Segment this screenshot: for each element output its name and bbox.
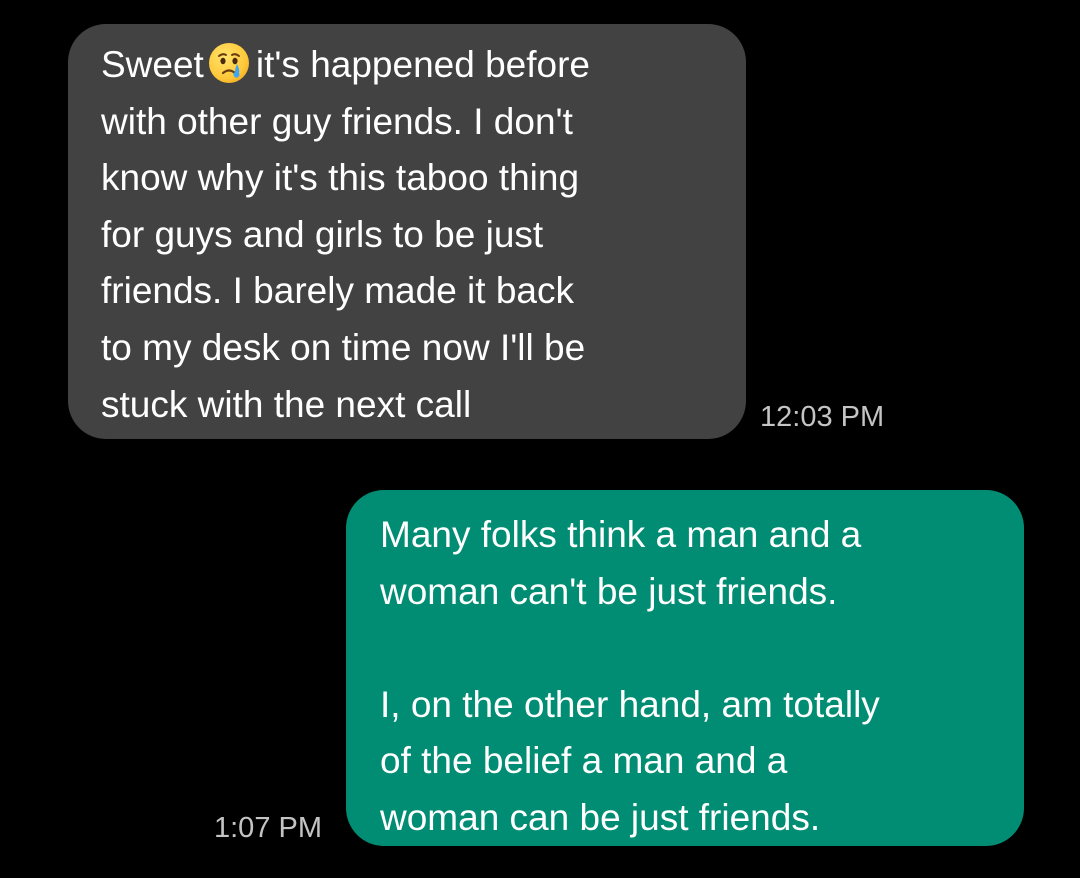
message-line: woman can't be just friends. [380, 570, 838, 612]
message-line: to my desk on time now I'll be [101, 326, 586, 368]
message-line: Many folks think a man and a [380, 514, 862, 555]
crying-face-emoji-icon [208, 42, 250, 84]
message-line: woman can be just friends. [380, 796, 821, 838]
message-line: I, on the other hand, am totally [380, 683, 880, 725]
message-line: with other guy friends. I don't [101, 100, 573, 142]
message-line: friends. I barely made it back [101, 270, 574, 312]
message-text: Sweet [101, 44, 204, 85]
outgoing-message-timestamp: 1:07 PM [214, 812, 322, 844]
outgoing-message-bubble[interactable]: Many folks think a man and a woman can't… [346, 490, 1024, 846]
message-text: it's happened before [255, 44, 590, 85]
incoming-message-bubble[interactable]: Sweet it's happened before with other gu… [68, 24, 746, 439]
message-line: stuck with the next call [101, 383, 472, 425]
incoming-message-timestamp: 12:03 PM [760, 401, 885, 433]
message-line: of the belief a man and a [380, 740, 788, 782]
message-line: know why it's this taboo thing [101, 157, 580, 199]
message-line: for guys and girls to be just [101, 213, 544, 255]
message-line: Sweet it's happened before [101, 37, 746, 94]
